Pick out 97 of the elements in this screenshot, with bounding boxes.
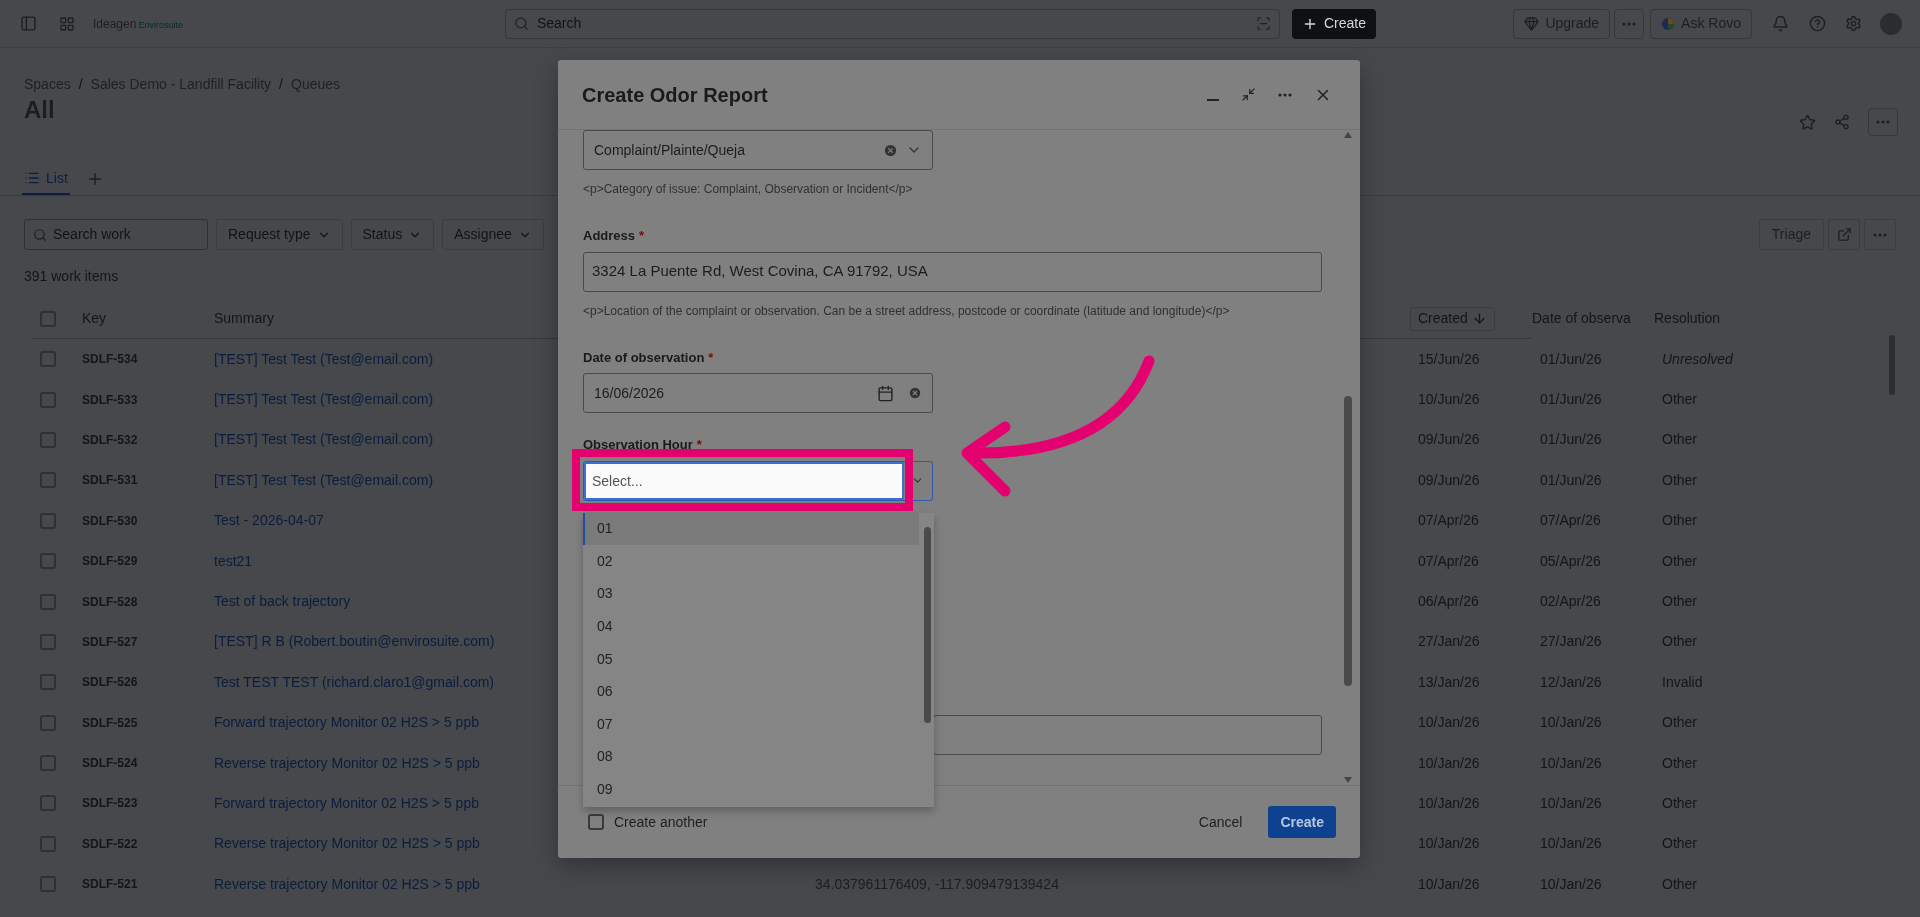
checkbox[interactable] (40, 795, 56, 812)
filter-dropdown[interactable]: Status (350, 219, 435, 250)
summary-link[interactable]: Test - 2026-04-07 (214, 512, 324, 529)
more-icon (1873, 232, 1887, 237)
field-label: Address (583, 227, 636, 245)
search-icon (33, 227, 47, 242)
more-button[interactable] (1614, 8, 1645, 39)
checkbox[interactable] (40, 512, 56, 529)
apps-grid-icon (59, 15, 75, 32)
checkbox[interactable] (40, 431, 56, 448)
dropdown-field[interactable]: Select... (583, 460, 933, 501)
clear-icon (883, 142, 898, 158)
sidebar-toggle-icon (20, 15, 37, 32)
notifications-icon (1772, 15, 1789, 32)
checkbox[interactable] (40, 674, 56, 691)
scrollbar[interactable] (1343, 130, 1353, 785)
dropdown-option[interactable]: 07 (583, 708, 919, 741)
scrollbar[interactable] (924, 526, 931, 723)
create-button[interactable]: Create (1291, 8, 1376, 39)
field-label: Date of observation (583, 348, 705, 367)
summary-link[interactable]: Forward trajectory Monitor 02 H2S > 5 ppb (214, 795, 479, 811)
more-icon (1278, 92, 1292, 97)
more-button[interactable] (1868, 108, 1898, 136)
breadcrumb-separator: / (279, 74, 283, 94)
field-label: Observation Hour (583, 436, 693, 454)
scan-icon (1255, 16, 1271, 31)
list-tab[interactable]: List (22, 163, 70, 195)
checkbox[interactable] (40, 633, 56, 650)
category-dropdown[interactable]: Complaint/Plainte/Queja (583, 130, 933, 170)
rovo-logo-icon (1661, 16, 1676, 31)
list-icon (24, 170, 40, 186)
checkbox[interactable] (40, 310, 56, 327)
summary-link[interactable]: [TEST] R B (Robert.boutin@envirosuite.com) (214, 633, 495, 650)
dialog-title: Create Odor Report (582, 82, 769, 108)
scrollbar[interactable] (1889, 335, 1895, 395)
checkbox[interactable] (40, 714, 56, 731)
required-mark: * (696, 436, 702, 454)
helper-text: <p>Location of the complaint or observation. Can be a street address, postcode or coordinate (latitude and longitude)</p> (583, 302, 1231, 320)
summary-link[interactable]: [TEST] Test Test (Test@email.com) (214, 350, 434, 367)
dropdown-option[interactable]: 02 (583, 545, 919, 578)
checkbox[interactable] (40, 553, 56, 570)
summary-link[interactable]: Reverse trajectory Monitor 02 H2S > 5 ppb (214, 875, 480, 892)
dropdown-option[interactable]: 05 (583, 642, 919, 676)
summary-link[interactable]: Reverse trajectory Monitor 02 H2S > 5 ppb (214, 835, 480, 852)
checkbox[interactable] (40, 755, 56, 772)
search-icon (513, 16, 529, 31)
checkbox[interactable] (588, 814, 604, 830)
text-input-field[interactable]: 3324 La Puente Rd, West Covina, CA 91792, USA (583, 251, 1322, 292)
filter-dropdown[interactable]: Assignee (442, 219, 544, 250)
summary-link[interactable]: [TEST] Test Test (Test@email.com) (214, 471, 434, 488)
dropdown-option[interactable]: 04 (583, 610, 919, 643)
external-link-icon (1836, 227, 1852, 242)
avatar[interactable] (1880, 12, 1902, 35)
checkbox[interactable] (40, 351, 56, 368)
minimize-icon (1207, 98, 1219, 101)
more-button[interactable] (1864, 219, 1896, 250)
scroll-down-icon (1344, 777, 1352, 783)
arrow-down-icon (1471, 311, 1487, 326)
required-mark: * (708, 348, 714, 367)
dropdown-option[interactable]: 01 (583, 512, 919, 546)
checkbox[interactable] (40, 593, 56, 610)
gem-icon (1524, 16, 1540, 31)
share-icon (1834, 114, 1850, 130)
dropdown-option[interactable]: 06 (583, 675, 919, 709)
search-field[interactable]: Search (504, 8, 1280, 39)
summary-link[interactable]: Test TEST TEST (richard.claro1@gmail.com) (214, 673, 495, 690)
help-icon (1809, 15, 1826, 32)
summary-link[interactable]: [TEST] Test Test (Test@email.com) (214, 431, 434, 448)
summary-link[interactable]: Reverse trajectory Monitor 02 H2S > 5 ppb (214, 754, 480, 771)
checkbox[interactable] (40, 391, 56, 408)
required-mark: * (639, 227, 645, 245)
more-icon (1876, 120, 1890, 124)
date-field[interactable]: 16/06/2026 (583, 373, 933, 413)
summary-link[interactable]: Test of back trajectory (214, 593, 351, 610)
summary-link[interactable]: test21 (214, 552, 253, 569)
more-icon (1622, 21, 1637, 26)
checkbox-label: Create another (614, 812, 709, 832)
helper-text: <p>Category of issue: Complaint, Observation or Incident</p> (583, 181, 914, 198)
checkbox[interactable] (40, 835, 56, 852)
scroll-up-icon (1344, 132, 1352, 138)
checkbox[interactable] (40, 472, 56, 489)
clear-icon (908, 386, 922, 400)
dropdown-option[interactable]: 08 (583, 740, 919, 774)
breadcrumb-separator: / (78, 74, 83, 94)
settings-icon (1845, 15, 1862, 32)
star-icon (1799, 113, 1816, 131)
collapse-icon (1241, 87, 1256, 102)
dropdown-option[interactable]: 03 (583, 577, 919, 611)
cancel-button[interactable]: Cancel (1186, 806, 1255, 838)
calendar-icon (877, 384, 894, 402)
text-input-field[interactable] (933, 714, 1322, 755)
checkbox[interactable] (40, 876, 56, 893)
summary-link[interactable]: [TEST] Test Test (Test@email.com) (214, 391, 434, 408)
create-button[interactable]: Create (1268, 806, 1336, 838)
summary-link[interactable]: Forward trajectory Monitor 02 H2S > 5 ppb (214, 714, 479, 731)
open-external-button[interactable] (1828, 219, 1860, 250)
dropdown-option[interactable]: 09 (583, 773, 919, 806)
